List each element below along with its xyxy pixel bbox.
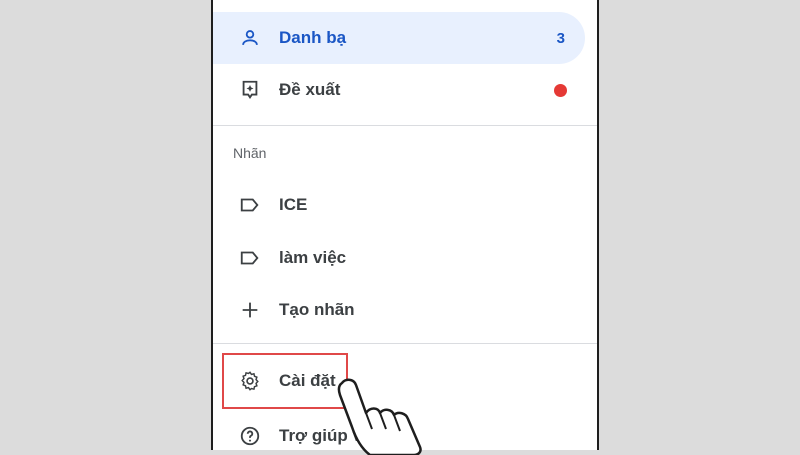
- menu-item-label-ice[interactable]: ICE: [213, 179, 585, 231]
- menu-item-suggestions[interactable]: Đề xuất: [213, 64, 585, 116]
- divider: [213, 343, 597, 344]
- label-icon: [239, 247, 261, 269]
- label-icon: [239, 194, 261, 216]
- pointing-hand-icon: [337, 378, 422, 455]
- plus-icon: [239, 299, 261, 321]
- contacts-count: 3: [556, 29, 565, 47]
- menu-item-contacts[interactable]: Danh bạ 3: [213, 12, 585, 64]
- menu-item-create-label[interactable]: Tạo nhãn: [213, 284, 585, 336]
- menu-item-suggestions-label: Đề xuất: [279, 80, 341, 99]
- label-work-text: làm việc: [279, 248, 347, 267]
- divider: [213, 125, 597, 126]
- suggest-icon: [239, 79, 261, 101]
- menu-item-label-work[interactable]: làm việc: [213, 232, 585, 284]
- help-icon: [239, 425, 261, 447]
- menu-item-contacts-label: Danh bạ: [279, 28, 347, 47]
- person-icon: [239, 27, 261, 49]
- label-ice-text: ICE: [279, 195, 308, 214]
- labels-heading: Nhãn: [233, 145, 267, 161]
- create-label-text: Tạo nhãn: [279, 300, 355, 319]
- notification-dot: [554, 83, 567, 97]
